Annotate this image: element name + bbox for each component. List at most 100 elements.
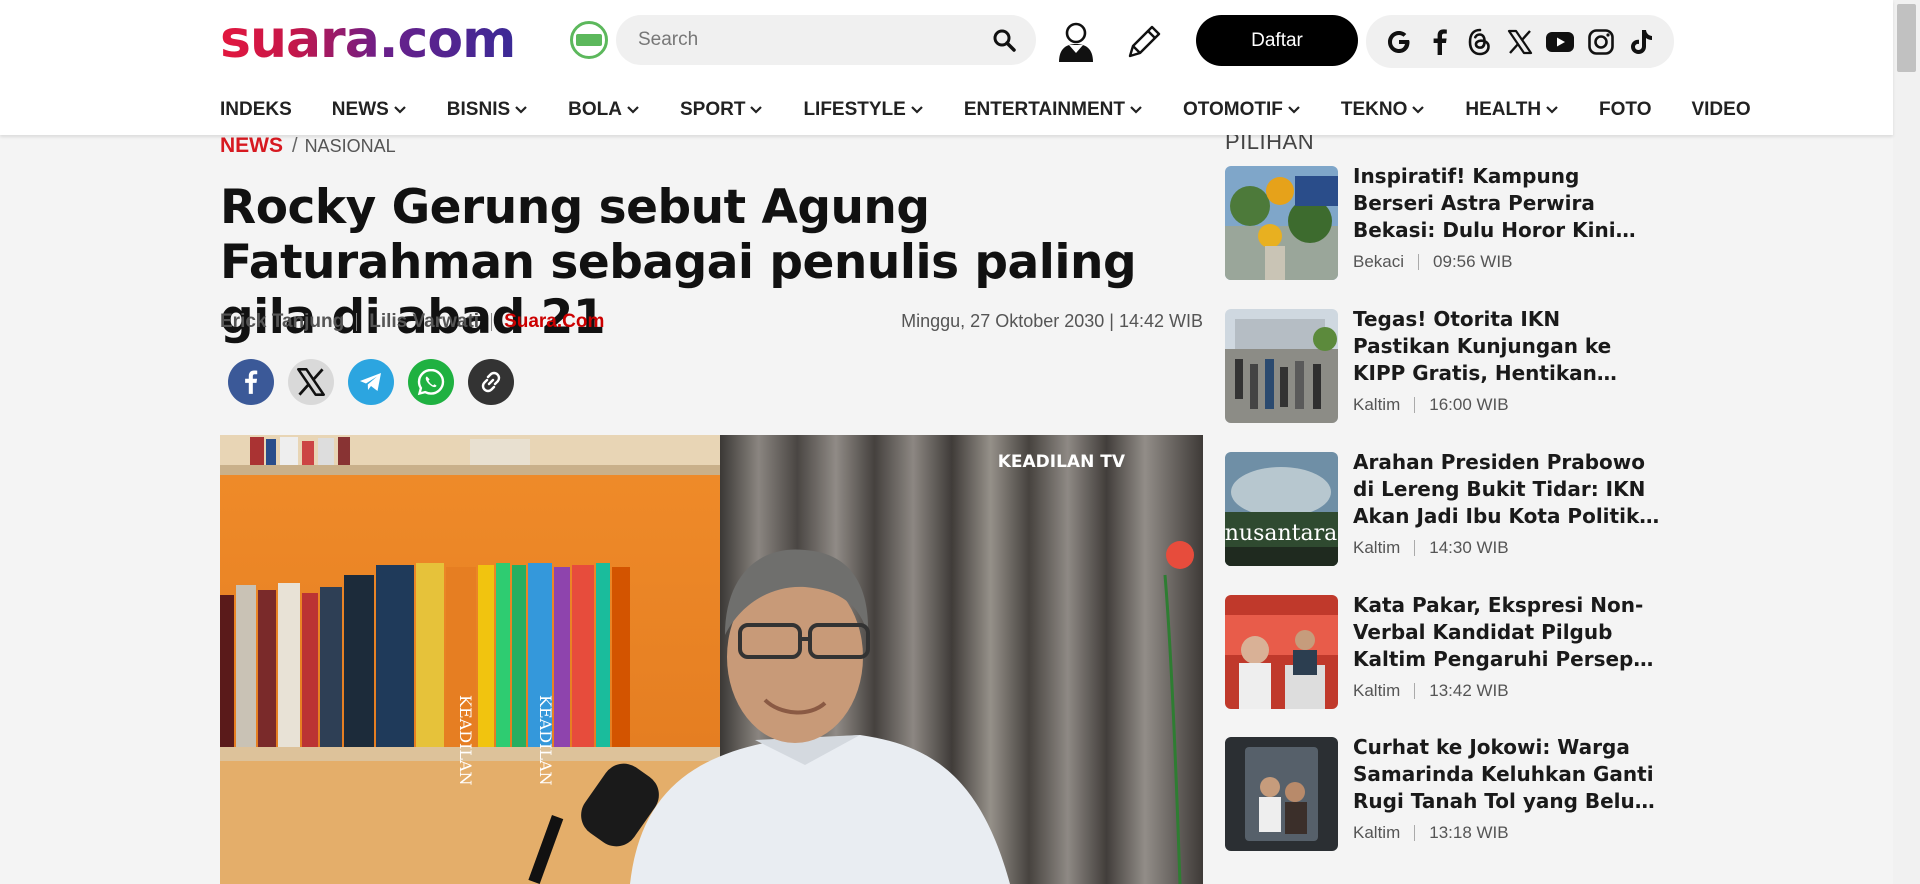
copy-link-button[interactable] (468, 359, 514, 405)
article-time: 14:30 WIB (1429, 538, 1509, 557)
breadcrumb: NEWS / NASIONAL (220, 134, 396, 158)
scrollbar-thumb[interactable] (1897, 4, 1916, 72)
nav-item-label: HEALTH (1465, 99, 1542, 120)
nav-item-label: BOLA (568, 99, 622, 120)
telegram-icon (360, 373, 381, 391)
nav-item-lifestyle[interactable]: LIFESTYLE (803, 99, 923, 121)
sidebar-article-meta: Kaltim 16:00 WIB (1353, 395, 1509, 415)
nav-item-label: BISNIS (446, 99, 511, 120)
share-buttons (228, 359, 528, 405)
nav-item-label: TEKNO (1340, 99, 1408, 120)
nav-item-bola[interactable]: BOLA (568, 99, 640, 121)
article-thumbnail[interactable] (1225, 166, 1338, 280)
write-pencil-icon[interactable] (1124, 22, 1164, 62)
sidebar-article-title[interactable]: Curhat ke Jokowi: Warga Samarinda Keluhk… (1353, 734, 1663, 815)
nav-item-label: FOTO (1599, 99, 1652, 120)
search-bar (616, 15, 1036, 65)
search-icon[interactable] (992, 28, 1016, 52)
article-thumbnail[interactable] (1225, 737, 1338, 851)
tiktok-icon[interactable] (1626, 27, 1656, 57)
sidebar-article[interactable]: nusantara Arahan Presiden Prabowo di Ler… (1225, 449, 1665, 566)
sidebar-article-meta: Kaltim 13:18 WIB (1353, 823, 1509, 843)
register-button[interactable]: Daftar (1196, 15, 1358, 66)
image-watermark: KEADILAN TV (998, 452, 1126, 472)
nav-item-health[interactable]: HEALTH (1465, 99, 1559, 121)
main-nav: INDEKS NEWS BISNIS BOLA SPORT LIFESTYLE ENTERT… (220, 96, 1751, 124)
nav-item-sport[interactable]: SPORT (680, 99, 763, 121)
article-location[interactable]: Kaltim (1353, 395, 1400, 415)
sidebar-article-title[interactable]: Tegas! Otorita IKN Pastikan Kunjungan ke… (1353, 306, 1663, 387)
chevron-down-icon (1130, 106, 1142, 114)
article-thumbnail[interactable] (1225, 595, 1338, 709)
share-whatsapp-button[interactable] (408, 359, 454, 405)
nav-item-indeks[interactable]: INDEKS (220, 99, 292, 121)
sidebar-article-title[interactable]: Kata Pakar, Ekspresi Non-Verbal Kandidat… (1353, 592, 1663, 673)
article-source[interactable]: Suara.Com (504, 311, 604, 333)
facebook-icon[interactable] (1425, 27, 1455, 57)
nav-item-label: OTOMOTIF (1182, 99, 1283, 120)
article-location[interactable]: Kaltim (1353, 538, 1400, 558)
instagram-icon[interactable] (1586, 27, 1616, 57)
article-location[interactable]: Kaltim (1353, 823, 1400, 843)
x-icon[interactable] (1505, 27, 1535, 57)
nav-item-otomotif[interactable]: OTOMOTIF (1183, 99, 1301, 121)
breadcrumb-subcategory[interactable]: NASIONAL (305, 136, 396, 157)
article-hero-image: KEADILAN KEADILAN KEADILAN TV (220, 435, 1203, 884)
share-x-button[interactable] (288, 359, 334, 405)
nav-item-label: NEWS (331, 99, 389, 120)
user-account-icon[interactable] (1054, 20, 1098, 64)
sidebar-article[interactable]: Tegas! Otorita IKN Pastikan Kunjungan ke… (1225, 306, 1665, 423)
sidebar-article-meta: Bekaci 09:56 WIB (1353, 252, 1512, 272)
chevron-down-icon (1412, 106, 1425, 114)
whatsapp-icon (417, 368, 445, 396)
breadcrumb-category[interactable]: NEWS (220, 134, 283, 158)
author-name[interactable]: Lilis Varwati (369, 311, 479, 333)
share-telegram-button[interactable] (348, 359, 394, 405)
article-time: 09:56 WIB (1433, 252, 1513, 271)
sidebar-article[interactable]: Curhat ke Jokowi: Warga Samarinda Keluhk… (1225, 734, 1665, 851)
chevron-down-icon (394, 106, 406, 114)
verified-badge-icon (570, 21, 608, 59)
article-thumbnail[interactable] (1225, 309, 1338, 423)
nav-item-bisnis[interactable]: BISNIS (447, 99, 528, 121)
social-links (1366, 15, 1674, 68)
article-location[interactable]: Bekaci (1353, 252, 1404, 272)
book-spine-label: KEADILAN (536, 695, 555, 786)
article-location[interactable]: Kaltim (1353, 681, 1400, 701)
sidebar-article-title[interactable]: Inspiratif! Kampung Berseri Astra Perwir… (1353, 163, 1663, 244)
site-logo[interactable]: suara.com (220, 10, 516, 70)
sidebar-article[interactable]: Kata Pakar, Ekspresi Non-Verbal Kandidat… (1225, 592, 1665, 709)
site-header: suara.com Daftar (0, 0, 1893, 135)
sidebar-article-meta: Kaltim 14:30 WIB (1353, 538, 1509, 558)
sidebar-article[interactable]: Inspiratif! Kampung Berseri Astra Perwir… (1225, 163, 1665, 280)
chevron-down-icon (1546, 106, 1558, 114)
book-spine-label: KEADILAN (456, 695, 475, 786)
article-time: 13:18 WIB (1429, 823, 1509, 842)
nav-item-label: SPORT (679, 99, 746, 120)
search-input[interactable] (616, 29, 956, 51)
article-thumbnail[interactable]: nusantara (1225, 452, 1338, 566)
sidebar-article-meta: Kaltim 13:42 WIB (1353, 681, 1509, 701)
nav-item-label: VIDEO (1691, 99, 1751, 120)
x-icon (297, 368, 325, 396)
google-icon[interactable] (1384, 27, 1414, 57)
nav-item-entertainment[interactable]: ENTERTAINMENT (964, 99, 1143, 121)
link-icon (481, 371, 501, 393)
logo-text: suara.com (220, 10, 516, 70)
share-facebook-button[interactable] (228, 359, 274, 405)
nav-item-foto[interactable]: FOTO (1599, 99, 1651, 121)
chevron-down-icon (515, 106, 527, 114)
youtube-icon[interactable] (1545, 27, 1575, 57)
breadcrumb-separator: / (292, 135, 298, 157)
page-scrollbar[interactable] (1893, 0, 1920, 884)
threads-icon[interactable] (1465, 27, 1495, 57)
nav-item-tekno[interactable]: TEKNO (1341, 99, 1426, 121)
article-time: 13:42 WIB (1429, 681, 1509, 700)
chevron-down-icon (627, 106, 639, 114)
nav-item-news[interactable]: NEWS (332, 99, 407, 121)
author-name[interactable]: Erick Tanjung (220, 311, 344, 333)
nav-item-video[interactable]: VIDEO (1691, 99, 1750, 121)
sidebar-article-title[interactable]: Arahan Presiden Prabowo di Lereng Bukit … (1353, 449, 1663, 530)
article-time: 16:00 WIB (1429, 395, 1509, 414)
thumbnail-text: nusantara (1225, 521, 1337, 546)
